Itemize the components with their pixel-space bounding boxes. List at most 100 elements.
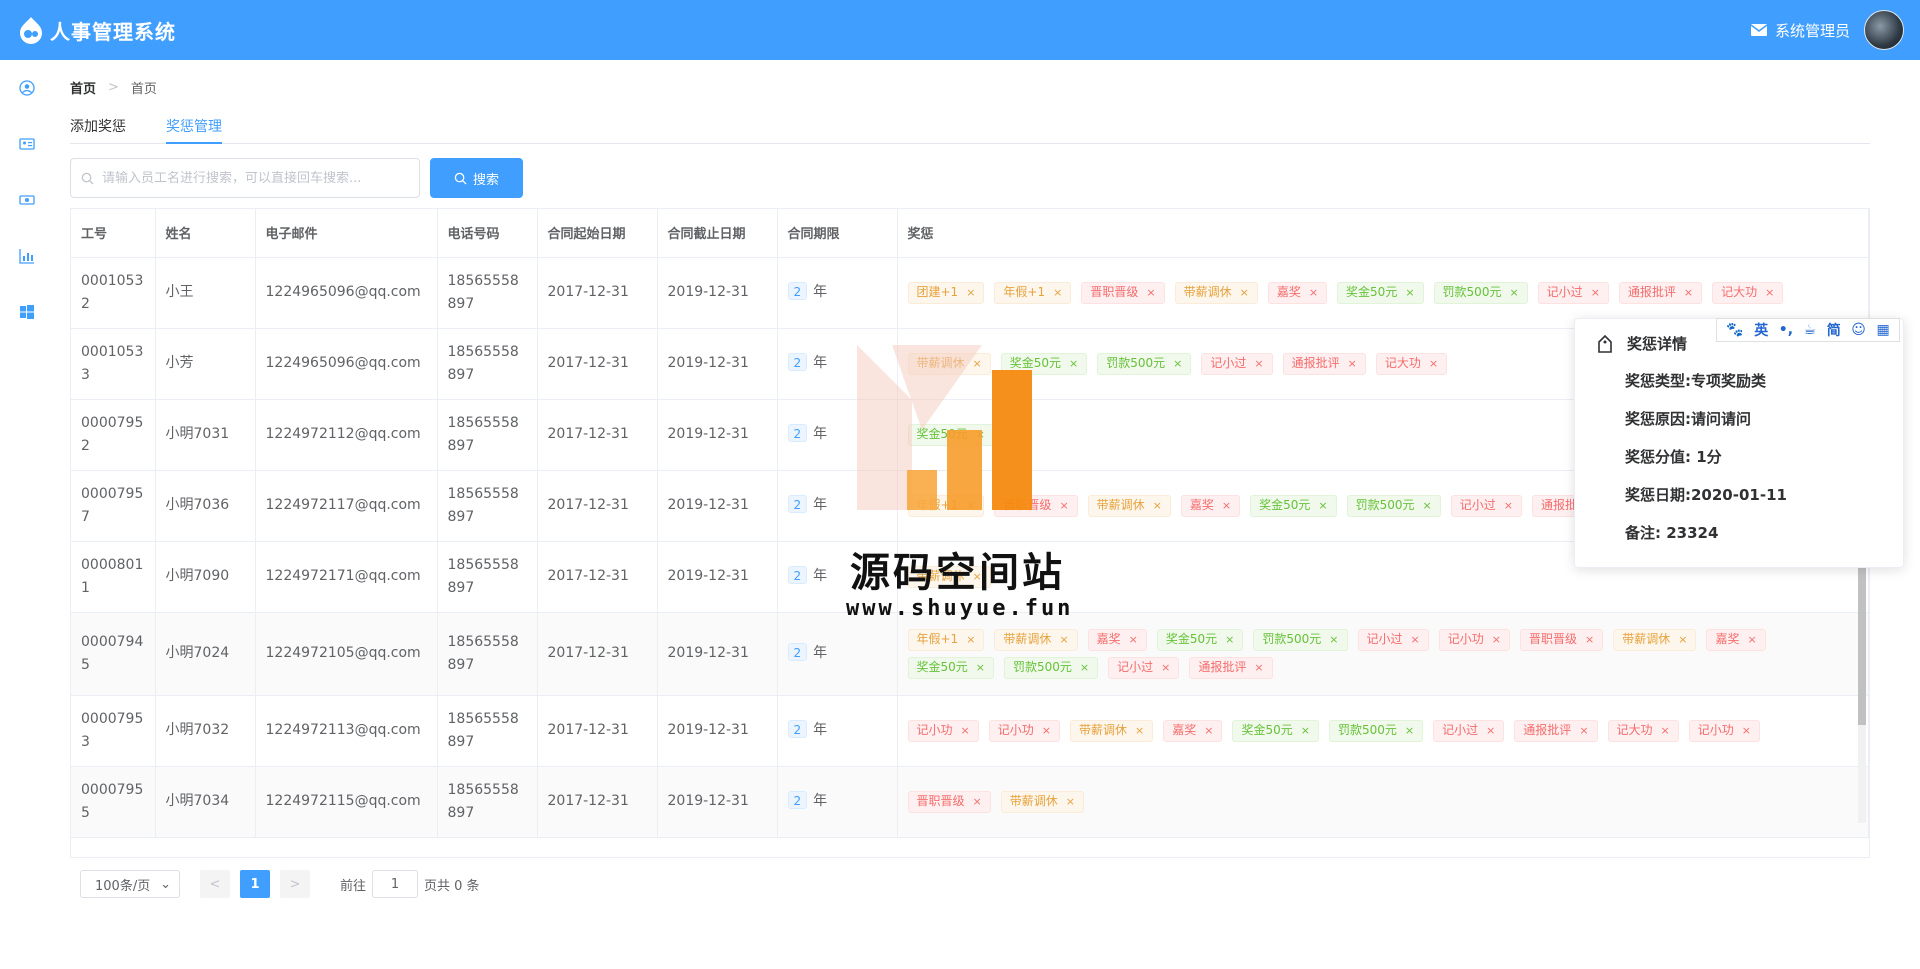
reward-tag[interactable]: 嘉奖 × (1267, 281, 1328, 304)
col-header-id[interactable]: 工号 (71, 209, 156, 258)
reward-tag[interactable]: 通报批评 × (1189, 656, 1273, 679)
close-icon[interactable]: × (1348, 352, 1357, 375)
reward-tag[interactable]: 奖金50元 × (1156, 628, 1244, 651)
close-icon[interactable]: × (1173, 352, 1182, 375)
sidebar-item-chart[interactable] (0, 228, 54, 284)
user-name[interactable]: 系统管理员 (1775, 20, 1850, 41)
reward-tag[interactable]: 晋职晋级 × (1519, 628, 1604, 651)
reward-tag[interactable]: 罚款500元 × (1433, 281, 1528, 304)
reward-tag[interactable]: 带薪调休 × (994, 628, 1078, 651)
reward-tag[interactable]: 奖金50元 × (1232, 719, 1319, 742)
col-header-start-date[interactable]: 合同起始日期 (537, 209, 658, 258)
close-icon[interactable]: × (1405, 719, 1414, 742)
page-size-select[interactable]: 100条/页 ⌄ (80, 870, 180, 898)
close-icon[interactable]: × (1684, 281, 1693, 304)
close-icon[interactable]: × (1053, 281, 1062, 304)
close-icon[interactable]: × (1579, 719, 1588, 742)
close-icon[interactable]: × (1129, 628, 1138, 651)
reward-tag[interactable]: 通报批评 × (1514, 719, 1598, 742)
reward-tag[interactable]: 嘉奖 × (1163, 719, 1223, 742)
punctuation-icon[interactable]: •, (1779, 322, 1793, 338)
page-number-current[interactable]: 1 (240, 870, 270, 898)
close-icon[interactable]: × (1309, 281, 1318, 304)
reward-tag[interactable]: 记小过 × (1357, 628, 1429, 651)
search-button[interactable]: 搜索 (430, 158, 523, 198)
col-header-end-date[interactable]: 合同截止日期 (657, 209, 778, 258)
table-row[interactable]: 00007955 小明7034 1224972115@qq.com 185655588… (71, 766, 1869, 838)
reward-tag[interactable]: 奖金50元 × (1337, 281, 1424, 304)
close-icon[interactable]: × (1509, 281, 1518, 304)
reward-tag[interactable]: 带薪调休 × (1000, 790, 1084, 813)
close-icon[interactable]: × (1254, 656, 1263, 679)
close-icon[interactable]: × (1161, 656, 1170, 679)
reward-tag[interactable]: 罚款500元 × (1004, 656, 1099, 679)
close-icon[interactable]: × (1042, 719, 1051, 742)
close-icon[interactable]: × (1504, 494, 1513, 517)
col-header-term[interactable]: 合同期限 (777, 209, 898, 258)
close-icon[interactable]: × (1329, 628, 1338, 651)
reward-tag[interactable]: 记大功 × (1607, 719, 1679, 742)
reward-tag[interactable]: 带薪调休 × (1087, 494, 1171, 517)
person-icon[interactable]: ☺ (1851, 322, 1866, 338)
ime-lang-toggle[interactable]: 英 (1754, 320, 1768, 340)
close-icon[interactable]: × (1135, 719, 1144, 742)
reward-tag[interactable]: 奖金50元 × (907, 656, 994, 679)
sidebar-item-windows[interactable] (0, 284, 54, 340)
table-row[interactable]: 00007945 小明7024 1224972105@qq.com 185655588… (71, 612, 1869, 696)
close-icon[interactable]: × (1059, 628, 1068, 651)
cup-icon[interactable]: ☕ (1804, 322, 1817, 338)
close-icon[interactable]: × (1301, 719, 1310, 742)
reward-tag[interactable]: 记小功 × (907, 719, 979, 742)
reward-tag[interactable]: 团建+1 × (907, 281, 985, 304)
col-header-rewards[interactable]: 奖惩 (897, 209, 1869, 258)
close-icon[interactable]: × (1423, 494, 1432, 517)
reward-tag[interactable]: 记小过 × (1537, 281, 1609, 304)
ime-script-toggle[interactable]: 简 (1827, 320, 1841, 340)
close-icon[interactable]: × (973, 790, 982, 813)
close-icon[interactable]: × (1222, 494, 1231, 517)
reward-tag[interactable]: 记小过 × (1108, 656, 1180, 679)
reward-tag[interactable]: 带薪调休 × (1174, 281, 1258, 304)
table-row[interactable]: 00007953 小明7032 1224972113@qq.com 185655588… (71, 695, 1869, 767)
reward-tag[interactable]: 通报批评 × (1618, 281, 1703, 304)
close-icon[interactable]: × (966, 628, 975, 651)
close-icon[interactable]: × (1066, 790, 1075, 813)
close-icon[interactable]: × (976, 656, 985, 679)
tab-reward-manage[interactable]: 奖惩管理 (166, 112, 222, 144)
close-icon[interactable]: × (1204, 719, 1213, 742)
close-icon[interactable]: × (1747, 628, 1756, 651)
reward-tag[interactable]: 晋职晋级 × (1081, 281, 1165, 304)
close-icon[interactable]: × (1080, 656, 1089, 679)
brand[interactable]: 人事管理系统 (16, 15, 176, 45)
col-header-phone[interactable]: 电话号码 (437, 209, 538, 258)
reward-tag[interactable]: 罚款500元 × (1346, 494, 1441, 517)
close-icon[interactable]: × (1678, 628, 1687, 651)
close-icon[interactable]: × (1429, 352, 1438, 375)
reward-tag[interactable]: 嘉奖 × (1087, 628, 1147, 651)
reward-tag[interactable]: 记小功 × (1688, 719, 1760, 742)
reward-tag[interactable]: 嘉奖 × (1180, 494, 1241, 517)
close-icon[interactable]: × (961, 719, 970, 742)
avatar[interactable] (1864, 10, 1904, 50)
close-icon[interactable]: × (1411, 628, 1420, 651)
grid-icon[interactable]: ▦ (1876, 322, 1889, 338)
next-page-button[interactable]: > (280, 870, 310, 898)
reward-tag[interactable]: 记小过 × (1450, 494, 1522, 517)
reward-tag[interactable]: 记小功 × (1438, 628, 1510, 651)
reward-tag[interactable]: 记小功 × (988, 719, 1060, 742)
close-icon[interactable]: × (1254, 352, 1263, 375)
reward-tag[interactable]: 记小过 × (1201, 352, 1273, 375)
goto-page-input[interactable]: 1 (372, 870, 419, 898)
close-icon[interactable]: × (1742, 719, 1751, 742)
col-header-email[interactable]: 电子邮件 (255, 209, 438, 258)
close-icon[interactable]: × (1240, 281, 1249, 304)
reward-tag[interactable]: 奖金50元 × (1250, 494, 1337, 517)
reward-tag[interactable]: 罚款500元 × (1328, 719, 1424, 742)
sidebar-item-money[interactable] (0, 172, 54, 228)
close-icon[interactable]: × (1146, 281, 1155, 304)
prev-page-button[interactable]: < (200, 870, 230, 898)
close-icon[interactable]: × (1486, 719, 1495, 742)
reward-tag[interactable]: 晋职晋级 × (907, 790, 991, 813)
close-icon[interactable]: × (1492, 628, 1501, 651)
close-icon[interactable]: × (966, 281, 975, 304)
